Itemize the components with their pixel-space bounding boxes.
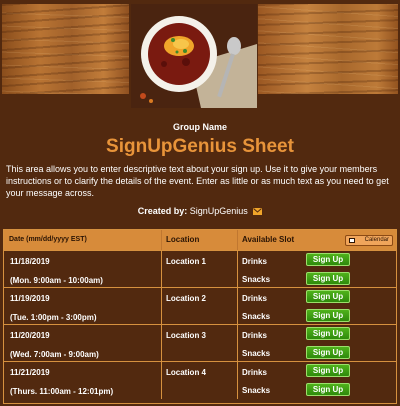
group-name: Group Name [172, 122, 227, 132]
column-divider [161, 325, 162, 362]
slot-item: Drinks [242, 257, 267, 266]
slot-time: (Wed. 7:00am - 9:00am) [10, 350, 99, 359]
slot-item: Snacks [242, 349, 271, 358]
slot-time: (Mon. 9:00am - 10:00am) [10, 276, 103, 285]
sign-up-button[interactable]: Sign Up [306, 253, 350, 266]
sign-up-button[interactable]: Sign Up [306, 272, 350, 285]
sign-up-button[interactable]: Sign Up [306, 309, 350, 322]
table-header: Date (mm/dd/yyyy EST) Location Available… [4, 230, 396, 250]
slot-item: Snacks [242, 386, 271, 395]
wood-texture-right [258, 4, 398, 94]
created-by: Created by: SignUpGenius [0, 206, 400, 217]
sign-up-button[interactable]: Sign Up [306, 383, 350, 396]
slot-column-header: Available Slot [242, 235, 295, 244]
column-divider [237, 251, 238, 288]
calendar-icon [349, 238, 355, 243]
slot-item: Drinks [242, 368, 267, 377]
column-divider [161, 251, 162, 288]
table-row: 11/18/2019 (Mon. 9:00am - 10:00am) Locat… [4, 250, 396, 288]
created-by-label: Created by: [137, 206, 188, 216]
column-divider [237, 362, 238, 399]
sign-up-button[interactable]: Sign Up [306, 364, 350, 377]
sign-up-button[interactable]: Sign Up [306, 346, 350, 359]
slot-time: (Tue. 1:00pm - 3:00pm) [10, 313, 97, 322]
calendar-button[interactable]: Calendar [345, 235, 393, 246]
slot-location: Location 1 [166, 257, 207, 266]
slot-date: 11/19/2019 [10, 294, 50, 303]
slot-location: Location 4 [166, 368, 207, 377]
chili-bowl-photo [131, 4, 257, 108]
sign-up-button[interactable]: Sign Up [306, 327, 350, 340]
slot-item: Snacks [242, 275, 271, 284]
wood-texture-left [2, 4, 129, 94]
slot-item: Snacks [242, 312, 271, 321]
column-divider [161, 362, 162, 399]
table-row: 11/20/2019 (Wed. 7:00am - 9:00am) Locati… [4, 324, 396, 362]
calendar-button-label: Calendar [364, 237, 389, 243]
slot-date: 11/18/2019 [10, 257, 50, 266]
table-row: 11/21/2019 (Thurs. 11:00am - 12:01pm) Lo… [4, 361, 396, 399]
slot-item: Drinks [242, 331, 267, 340]
mail-icon[interactable] [253, 207, 263, 217]
sheet-header: Group Name SignUpGenius Sheet [0, 122, 400, 158]
signup-table: Date (mm/dd/yyyy EST) Location Available… [3, 229, 397, 404]
table-row: 11/19/2019 (Tue. 1:00pm - 3:00pm) Locati… [4, 287, 396, 325]
slot-time: (Thurs. 11:00am - 12:01pm) [10, 387, 114, 396]
sign-up-button[interactable]: Sign Up [306, 290, 350, 303]
column-divider [237, 325, 238, 362]
creator-name: SignUpGenius [189, 206, 248, 216]
column-divider [237, 288, 238, 325]
page-title: SignUpGenius Sheet [106, 136, 294, 157]
slot-item: Drinks [242, 294, 267, 303]
banner [0, 0, 400, 110]
date-column-header: Date (mm/dd/yyyy EST) [9, 236, 87, 243]
slot-location: Location 3 [166, 331, 207, 340]
sheet-description: This area allows you to enter descriptiv… [6, 164, 389, 198]
slot-date: 11/20/2019 [10, 331, 50, 340]
column-divider [237, 230, 238, 250]
column-divider [161, 230, 162, 250]
slot-location: Location 2 [166, 294, 207, 303]
slot-date: 11/21/2019 [10, 368, 50, 377]
location-column-header: Location [166, 235, 200, 244]
column-divider [161, 288, 162, 325]
